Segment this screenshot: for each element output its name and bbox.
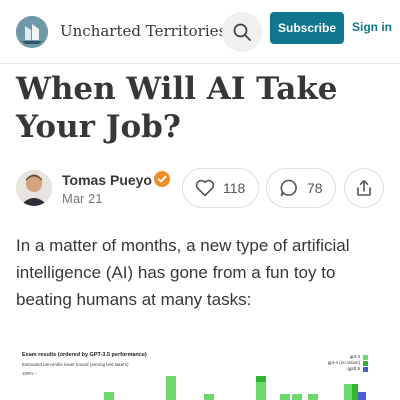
figure-legend: gpt-4 gpt-4 (no vision) gpt3.5 [328,354,368,372]
comment-count: 78 [307,180,323,196]
figure-axis-tick: 100% – [22,371,38,376]
like-button[interactable]: 118 [182,168,259,208]
author-name[interactable]: Tomas Pueyo [62,172,152,188]
publication-logo-icon[interactable] [16,16,48,48]
figure-bar [344,384,352,400]
legend-swatch [363,354,368,360]
verified-badge-icon [154,171,170,187]
figure-bar [104,392,114,400]
comment-icon [280,179,297,197]
subscribe-button[interactable]: Subscribe [270,12,344,44]
legend-swatch [363,360,368,366]
search-icon [233,23,251,41]
figure-bar [166,376,176,400]
figure-bar [280,394,290,400]
sign-in-link[interactable]: Sign in [352,20,392,34]
heart-icon [195,179,215,197]
figure-title: Exam results (ordered by GPT-3.5 perform… [22,352,147,358]
article-body-paragraph: In a matter of months, a new type of art… [16,236,350,309]
figure-bar [358,392,366,400]
figure-bar [308,394,318,400]
comment-button[interactable]: 78 [266,168,336,208]
figure-subtitle: Estimated percentile lower bound (among … [22,362,129,367]
like-count: 118 [223,180,246,196]
share-button[interactable] [344,168,384,208]
top-navigation-bar: Uncharted Territories Subscribe Sign in [0,0,400,64]
author-avatar[interactable] [16,170,52,206]
legend-item: gpt3.5 [328,366,368,372]
exam-results-figure[interactable]: Exam results (ordered by GPT-3.5 perform… [16,346,384,400]
post-date: Mar 21 [62,191,103,206]
share-icon [357,180,371,196]
figure-bar [256,376,266,382]
legend-label: gpt3.5 [347,366,360,371]
legend-swatch [363,366,368,372]
article-title: When Will AI Take Your Job? [16,71,338,145]
figure-bar [292,394,302,400]
publication-name[interactable]: Uncharted Territories [60,22,226,40]
figure-bar [204,394,214,400]
search-button[interactable] [222,12,262,52]
